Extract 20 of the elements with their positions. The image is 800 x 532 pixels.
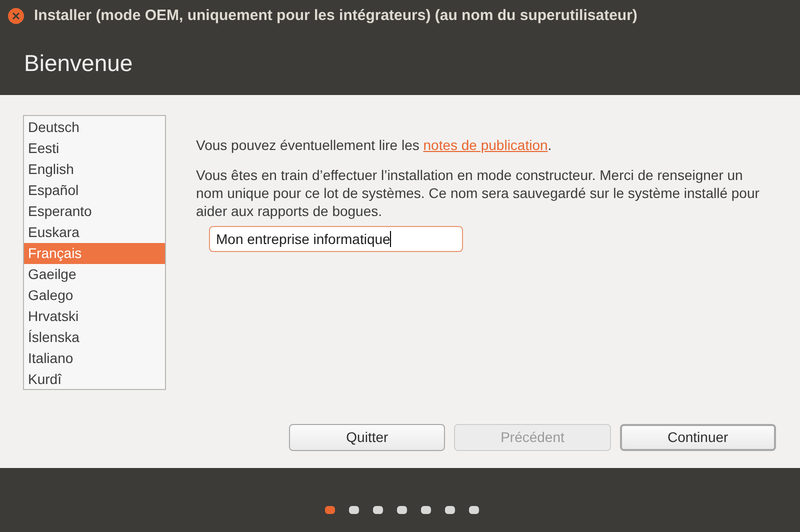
close-icon[interactable] bbox=[8, 8, 24, 24]
language-item[interactable]: Eesti bbox=[24, 138, 165, 159]
dialog-button[interactable]: Quitter bbox=[289, 424, 446, 451]
language-item[interactable]: Euskara bbox=[24, 222, 165, 243]
language-item[interactable]: Español bbox=[24, 180, 165, 201]
language-item[interactable]: Gaeilge bbox=[24, 264, 165, 285]
dialog-button[interactable]: Continuer bbox=[620, 424, 776, 451]
language-item[interactable]: Italiano bbox=[24, 348, 165, 369]
page-title: Bienvenue bbox=[24, 49, 133, 78]
language-item[interactable]: Kurdî bbox=[24, 369, 165, 390]
batch-name-field[interactable]: Mon entreprise informatique bbox=[209, 226, 463, 252]
language-item[interactable]: Galego bbox=[24, 285, 165, 306]
release-notes-text: Vous pouvez éventuellement lire les notes de publication. bbox=[196, 136, 553, 155]
window-title: Installer (mode OEM, uniquement pour les intégrateurs) (au nom du superutilisateur) bbox=[34, 6, 638, 26]
language-item[interactable]: Íslenska bbox=[24, 327, 165, 348]
language-item[interactable]: Hrvatski bbox=[24, 306, 165, 327]
language-item[interactable]: Deutsch bbox=[24, 117, 165, 138]
language-item[interactable]: Esperanto bbox=[24, 201, 165, 222]
language-item[interactable]: English bbox=[24, 159, 165, 180]
oem-message: Vous êtes en train d’effectuer l’installation en mode constructeur. Merci de renseigner un nom unique pour ce lot de systèmes. Ce nom sera sauvegardé sur le système installé pour aider aux rapports de bogues. bbox=[196, 166, 760, 220]
